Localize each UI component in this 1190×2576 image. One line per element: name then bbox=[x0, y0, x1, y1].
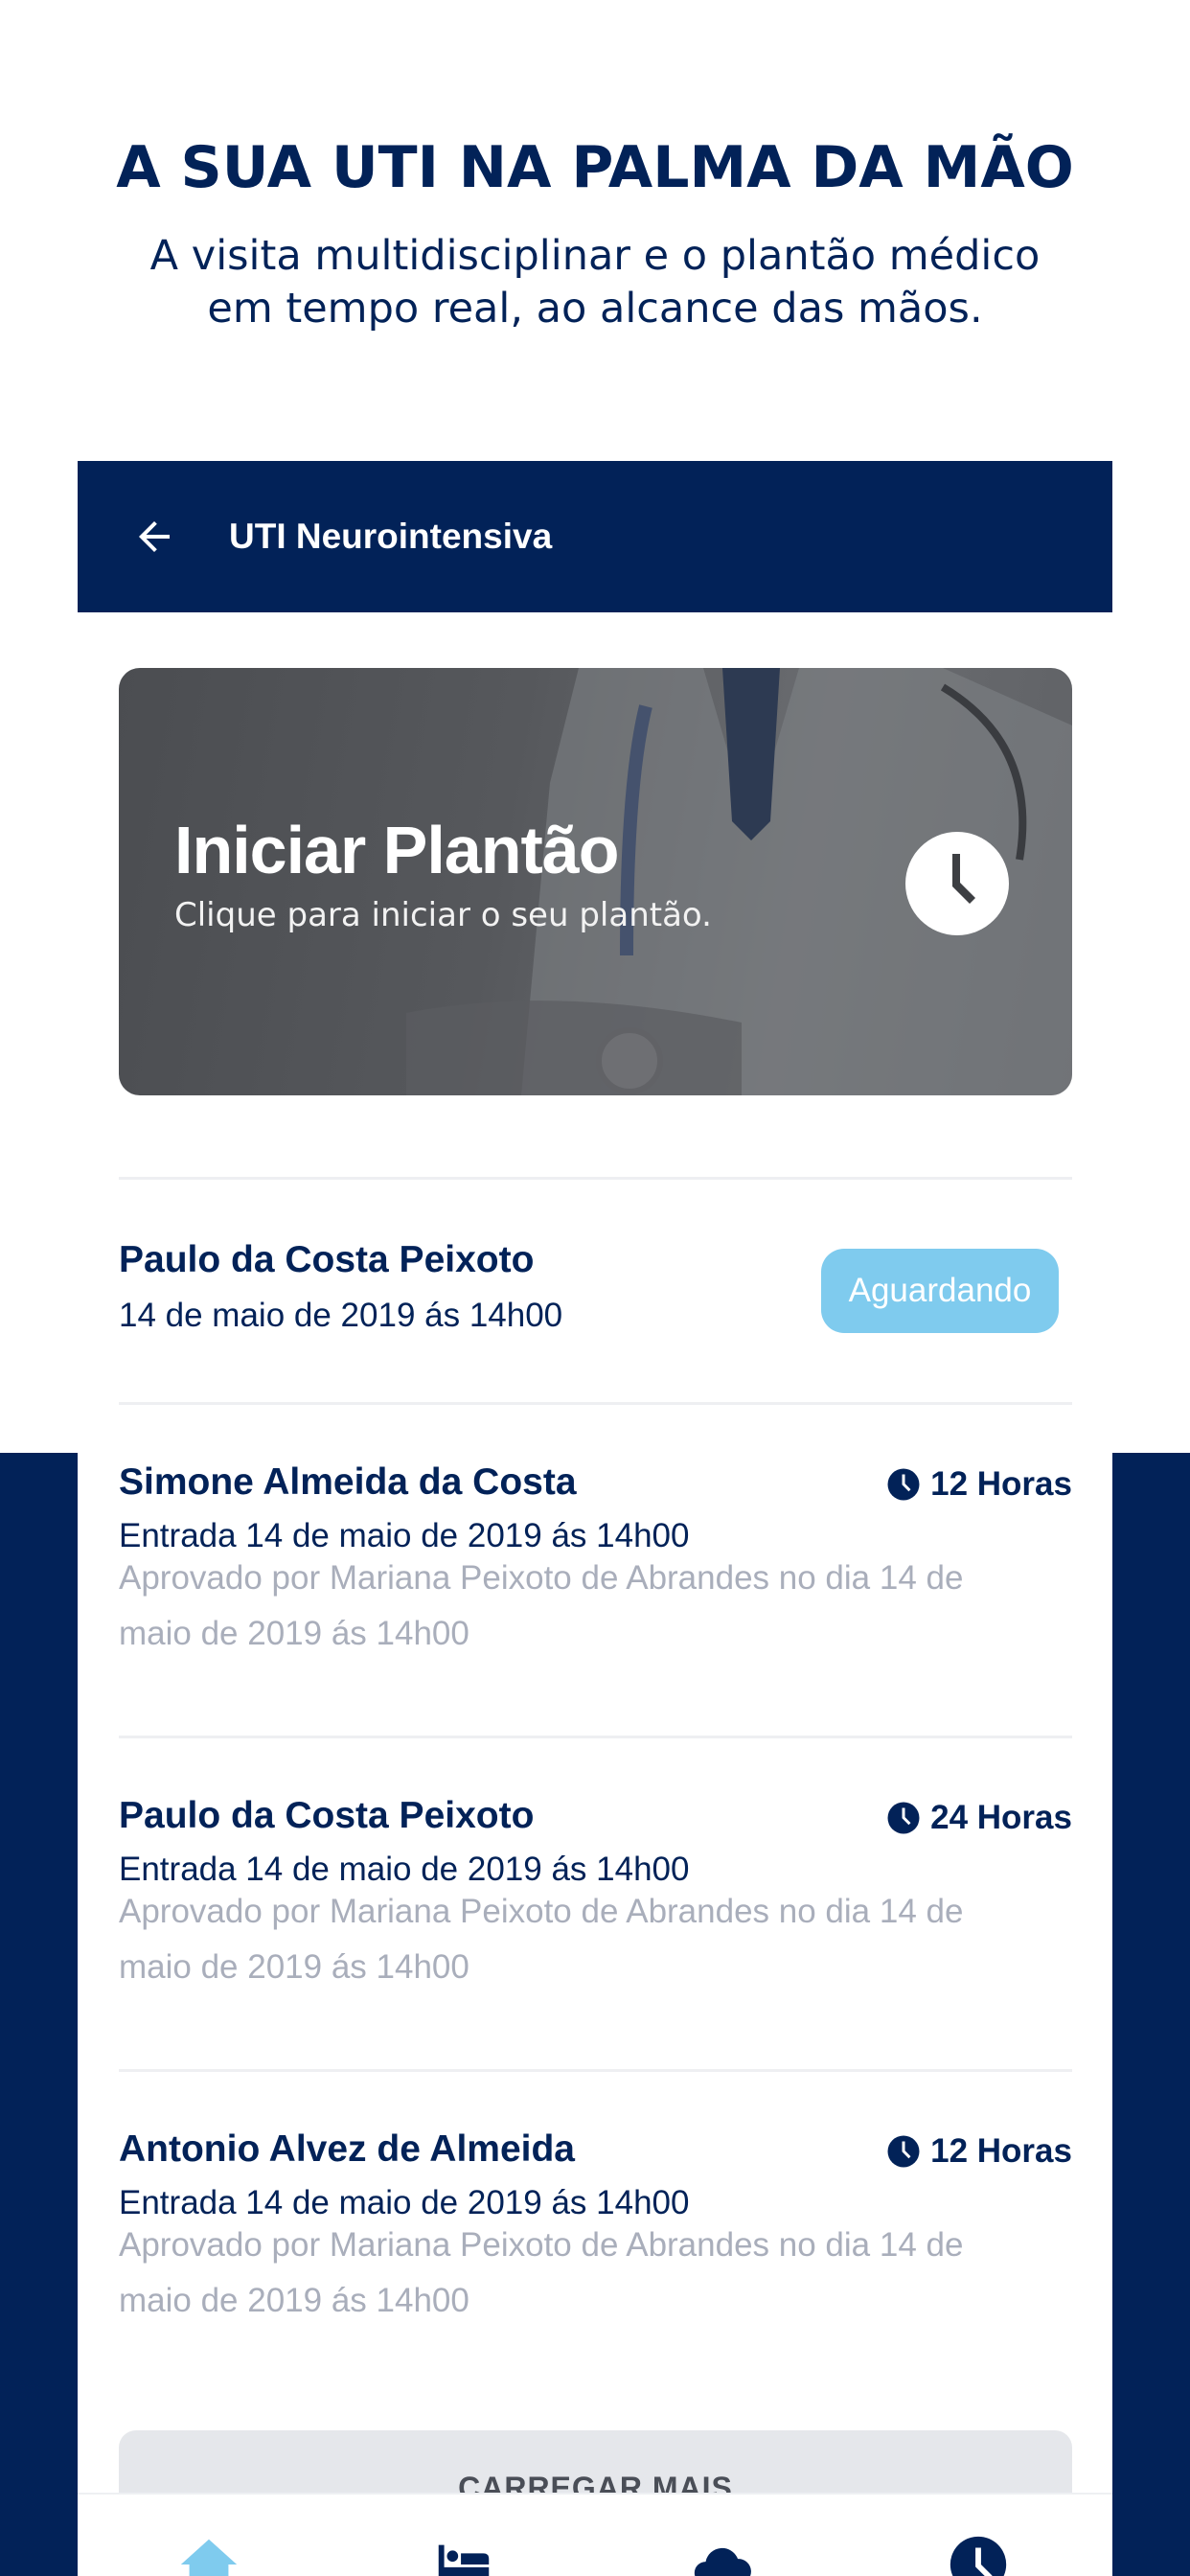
shift-duration: 24 Horas bbox=[886, 1799, 1072, 1837]
status-badge: Aguardando bbox=[821, 1249, 1059, 1333]
start-shift-title: Iniciar Plantão bbox=[174, 813, 619, 887]
shift-hours: 12 Horas bbox=[930, 1465, 1072, 1503]
divider bbox=[119, 1177, 1072, 1180]
shift-name: Paulo da Costa Peixoto bbox=[119, 1795, 535, 1836]
bed-icon[interactable] bbox=[430, 2531, 497, 2576]
shift-approval: Aprovado por Mariana Peixoto de Abrandes… bbox=[119, 2226, 964, 2319]
shift-hours: 12 Horas bbox=[930, 2132, 1072, 2170]
shift-duration: 12 Horas bbox=[886, 2132, 1072, 2171]
shift-entry: Entrada 14 de maio de 2019 ás 14h00 bbox=[119, 1517, 690, 1554]
pending-shift-name: Paulo da Costa Peixoto bbox=[119, 1239, 535, 1280]
start-shift-subtitle: Clique para iniciar o seu plantão. bbox=[174, 896, 712, 934]
clock-icon bbox=[887, 1468, 920, 1501]
divider bbox=[119, 2069, 1072, 2072]
phone-screen: UTI Neurointensiva Iniciar Plantão Cliqu… bbox=[78, 461, 1112, 2576]
shift-duration: 12 Horas bbox=[886, 1465, 1072, 1504]
cloud-icon[interactable] bbox=[689, 2531, 756, 2576]
app-bar: UTI Neurointensiva bbox=[78, 461, 1112, 612]
promo-subline: A visita multidisciplinar e o plantão mé… bbox=[149, 232, 1041, 333]
shift-approval: Aprovado por Mariana Peixoto de Abrandes… bbox=[119, 1559, 964, 1652]
shift-name: Antonio Alvez de Almeida bbox=[119, 2128, 575, 2170]
bottom-tab-bar bbox=[78, 2493, 1112, 2576]
divider bbox=[119, 1402, 1072, 1405]
arrow-left-icon[interactable] bbox=[131, 514, 177, 560]
page-title: UTI Neurointensiva bbox=[229, 517, 553, 556]
start-shift-card[interactable]: Iniciar Plantão Clique para iniciar o se… bbox=[119, 668, 1072, 1095]
shift-name: Simone Almeida da Costa bbox=[119, 1461, 577, 1503]
shift-entry: Entrada 14 de maio de 2019 ás 14h00 bbox=[119, 2184, 690, 2221]
clock-icon bbox=[887, 2135, 920, 2168]
divider bbox=[119, 1736, 1072, 1738]
clock-icon bbox=[905, 832, 1009, 935]
shift-approval: Aprovado por Mariana Peixoto de Abrandes… bbox=[119, 1893, 964, 1986]
clock-icon[interactable] bbox=[945, 2531, 1012, 2576]
clock-icon bbox=[887, 1802, 920, 1834]
shift-entry: Entrada 14 de maio de 2019 ás 14h00 bbox=[119, 1851, 690, 1888]
home-icon[interactable] bbox=[175, 2531, 242, 2576]
promo-headline: A SUA UTI NA PALMA DA MÃO bbox=[116, 134, 1074, 201]
shift-hours: 24 Horas bbox=[930, 1799, 1072, 1836]
pending-shift-date: 14 de maio de 2019 ás 14h00 bbox=[119, 1297, 563, 1334]
